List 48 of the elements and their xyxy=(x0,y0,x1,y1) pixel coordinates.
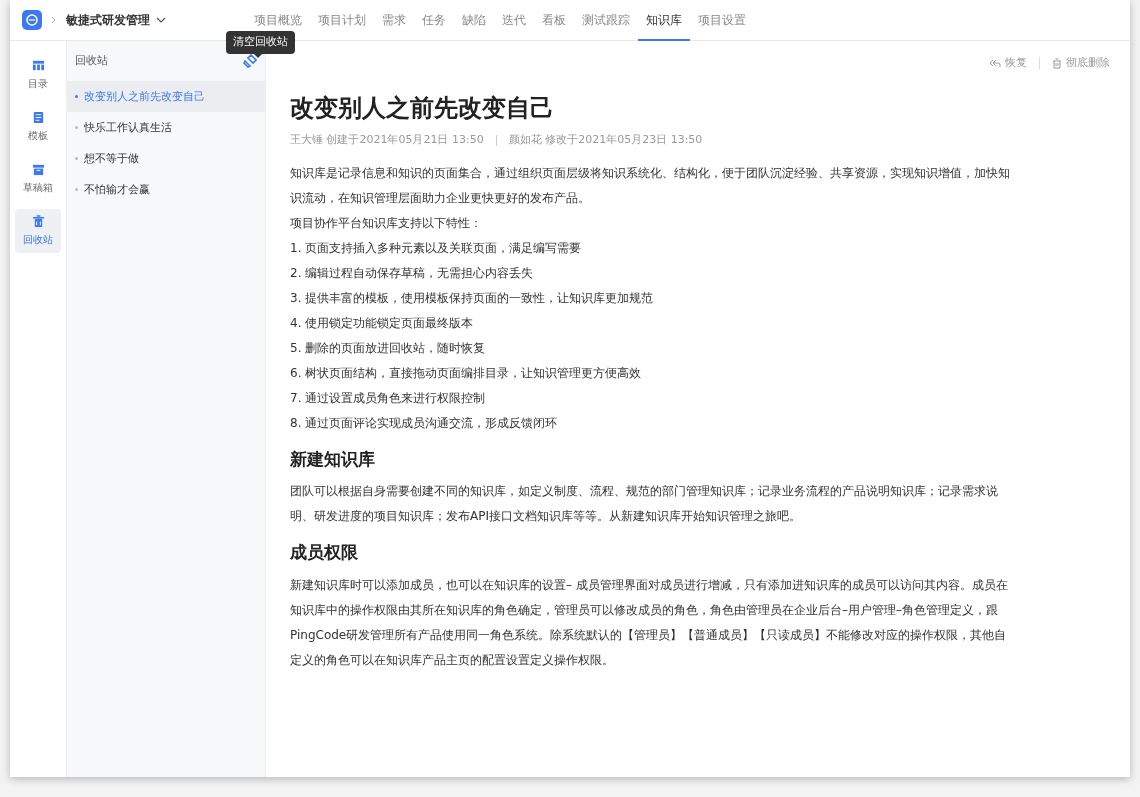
page-list-item[interactable]: 改变别人之前先改变自己 xyxy=(67,81,265,112)
section-heading: 新建知识库 xyxy=(290,448,376,470)
created-info: 王大锤 创建于2021年05月21日 13:50 xyxy=(290,132,484,149)
paragraph: 新建知识库时可以添加成员，也可以在知识库的设置– 成员管理界面对成员进行增减，只有添加进知识库的成员可以访问其内容。成员在知识库中的操作权限由其所在知识库的角色确定，管理员可以修改成员的角色，角色由管理员在企业后台–用户管理–角色管理定义，跟PingCode研发管理所有产品使用同一角色系统。除系统默认的【管理员】【普通成员】【只读成员】不能修改对应的操作权限，其他自定义的角色可以在知识库产品主页的配置设置定义操作权限。 xyxy=(290,576,1009,669)
logo-icon xyxy=(22,10,42,30)
paragraph: 8. 通过页面评论实现成员沟通交流，形成反馈闭环 xyxy=(290,414,559,432)
nav-tab[interactable]: 看板 xyxy=(534,0,574,41)
chevron-right-icon xyxy=(50,16,58,24)
nav-tab[interactable]: 缺陷 xyxy=(454,0,494,41)
paragraph: 团队可以根据自身需要创建不同的知识库，如定义制度、流程、规范的部门管理知识库；记录业务流程的产品说明知识库；记录需求说明、研发进度的项目知识库；发布API接口文档知识库等等。从新建知识库开始知识管理之旅吧。 xyxy=(290,483,999,526)
paragraph: 7. 通过设置成员角色来进行权限控制 xyxy=(290,389,487,407)
nav-tab[interactable]: 任务 xyxy=(414,0,454,41)
panel-title: 回收站 xyxy=(75,52,108,69)
page-list-item[interactable]: 快乐工作认真生活 xyxy=(67,112,265,143)
page-title: 改变别人之前先改变自己 xyxy=(290,93,555,123)
nav-tab[interactable]: 需求 xyxy=(374,0,414,41)
rail-item[interactable]: 草稿箱 xyxy=(15,157,61,201)
document-icon xyxy=(31,111,45,124)
inbox-icon xyxy=(31,163,45,176)
page-list-item[interactable]: 想不等于做 xyxy=(67,143,265,174)
nav-tab[interactable]: 知识库 xyxy=(638,0,690,41)
action-button[interactable]: 恢复 xyxy=(989,55,1027,72)
paragraph: 4. 使用锁定功能锁定页面最终版本 xyxy=(290,314,475,332)
rail-item[interactable]: 目录 xyxy=(15,53,61,97)
paragraph: 5. 删除的页面放进回收站，随时恢复 xyxy=(290,339,487,357)
paragraph: 3. 提供丰富的模板，使用模板保持页面的一致性，让知识库更加规范 xyxy=(290,289,655,307)
catalog-icon xyxy=(31,59,45,72)
project-name[interactable]: 敏捷式研发管理 xyxy=(66,11,150,29)
nav-tab[interactable]: 测试跟踪 xyxy=(574,0,638,41)
paragraph: 2. 编辑过程自动保存草稿，无需担心内容丢失 xyxy=(290,264,535,282)
nav-tab[interactable]: 项目计划 xyxy=(310,0,374,41)
rail-item[interactable]: 回收站 xyxy=(15,209,61,253)
undo-icon xyxy=(989,58,1001,69)
paragraph: 项目协作平台知识库支持以下特性： xyxy=(290,214,483,232)
paragraph: 6. 树状页面结构，直接拖动页面编排目录，让知识管理更方便高效 xyxy=(290,364,643,382)
action-button[interactable]: 彻底删除 xyxy=(1052,55,1110,72)
modified-info: 颜如花 修改于2021年05月23日 13:50 xyxy=(508,132,703,149)
paragraph: 知识库是记录信息和知识的页面集合，通过组织页面层级将知识系统化、结构化，便于团队沉淀经验、共享资源，实现知识增值，加快知识流动，在知识管理层面助力企业更快更好的发布产品。 xyxy=(290,164,1010,207)
rail-item[interactable]: 模板 xyxy=(15,105,61,149)
chevron-down-icon[interactable] xyxy=(156,15,166,25)
trash-icon xyxy=(1052,57,1062,69)
section-heading: 成员权限 xyxy=(290,542,359,563)
trash-icon xyxy=(31,215,45,228)
nav-tab[interactable]: 项目设置 xyxy=(690,0,754,41)
broom-icon[interactable] xyxy=(243,54,257,68)
nav-tab[interactable]: 迭代 xyxy=(494,0,534,41)
paragraph: 1. 页面支持插入多种元素以及关联页面，满足编写需要 xyxy=(290,239,583,257)
page-list-item[interactable]: 不怕输才会赢 xyxy=(67,174,265,205)
